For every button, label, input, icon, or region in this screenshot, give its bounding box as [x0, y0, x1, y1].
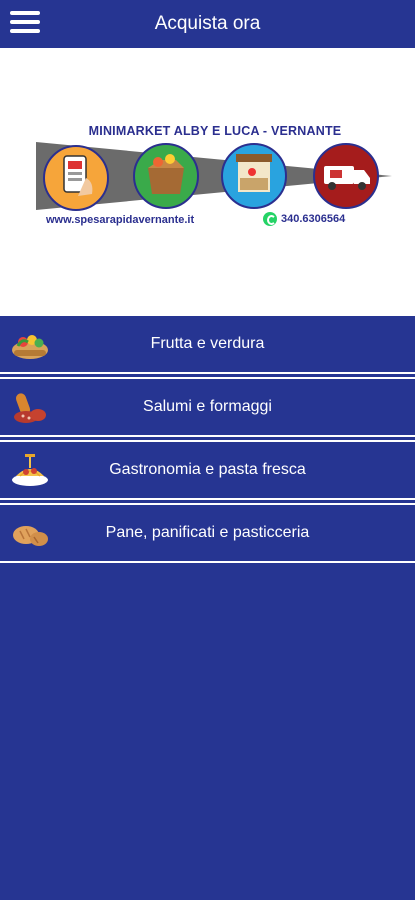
banner-graphic [36, 142, 392, 211]
category-label: Pane, panificati e pasticceria [105, 524, 310, 541]
category-item-pane-panificati-e-pasticceria[interactable]: Pane, panificati e pasticceria [0, 503, 415, 563]
top-app-bar: Acquista ora [0, 0, 415, 48]
page-title: Acquista ora [154, 13, 261, 34]
whatsapp-icon [263, 212, 277, 226]
phone-contact[interactable]: 340.6306564 [263, 212, 345, 226]
shop-counter-icon [221, 143, 287, 209]
website-url[interactable]: www.spesarapidavernante.it [46, 214, 194, 226]
store-banner: MINIMARKET ALBY E LUCA - VERNANTE www.sp… [0, 48, 415, 314]
banner-title: MINIMARKET ALBY E LUCA - VERNANTE [88, 124, 342, 138]
category-label: Salumi e formaggi [143, 398, 272, 415]
delivery-van-icon [313, 143, 379, 209]
category-label: Gastronomia e pasta fresca [109, 461, 306, 478]
category-list: Frutta e verdura Salumi e formaggi Gastr… [0, 314, 415, 566]
category-item-frutta-e-verdura[interactable]: Frutta e verdura [0, 314, 415, 374]
category-label: Frutta e verdura [150, 335, 265, 352]
phone-order-icon [43, 145, 109, 211]
category-item-salumi-e-formaggi[interactable]: Salumi e formaggi [0, 377, 415, 437]
category-item-gastronomia-e-pasta-fresca[interactable]: Gastronomia e pasta fresca [0, 440, 415, 500]
phone-number: 340.6306564 [281, 213, 346, 225]
grocery-box-icon [133, 143, 199, 209]
